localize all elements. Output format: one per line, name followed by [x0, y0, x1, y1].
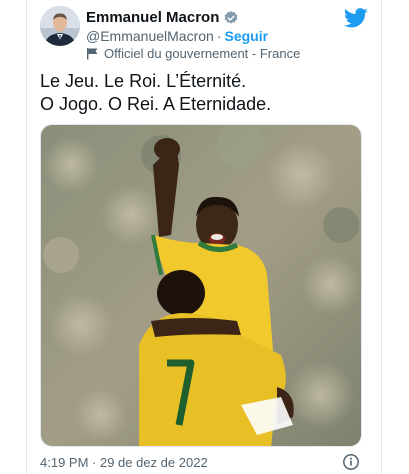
- tweet-body: Le Jeu. Le Roi. L’Éternité. O Jogo. O Re…: [40, 70, 360, 116]
- handle-separator: ·: [216, 28, 222, 44]
- tweet-text-line-portuguese: O Jogo. O Rei. A Eternidade.: [40, 94, 272, 114]
- flag-icon: [86, 47, 99, 60]
- tweet-timestamp[interactable]: 4:19 PM · 29 de dez de 2022: [40, 455, 208, 470]
- author-display-name[interactable]: Emmanuel Macron: [86, 9, 219, 26]
- verified-badge-icon: [223, 10, 239, 26]
- tweet-photo[interactable]: [40, 124, 362, 447]
- follow-button[interactable]: Seguir: [224, 28, 268, 44]
- card-border-right: [381, 0, 382, 474]
- info-icon[interactable]: [342, 453, 360, 471]
- twitter-bird-icon[interactable]: [344, 8, 368, 28]
- tweet-footer: 4:19 PM · 29 de dez de 2022: [40, 453, 362, 471]
- author-affiliation: Officiel du gouvernement - France: [104, 46, 301, 61]
- card-border-left: [26, 0, 27, 474]
- tweet-header: Emmanuel Macron @EmmanuelMacron · Seguir…: [40, 6, 370, 64]
- author-handle[interactable]: @EmmanuelMacron: [86, 28, 214, 44]
- avatar[interactable]: [40, 6, 80, 46]
- tweet-text-line-french: Le Jeu. Le Roi. L’Éternité.: [40, 71, 247, 91]
